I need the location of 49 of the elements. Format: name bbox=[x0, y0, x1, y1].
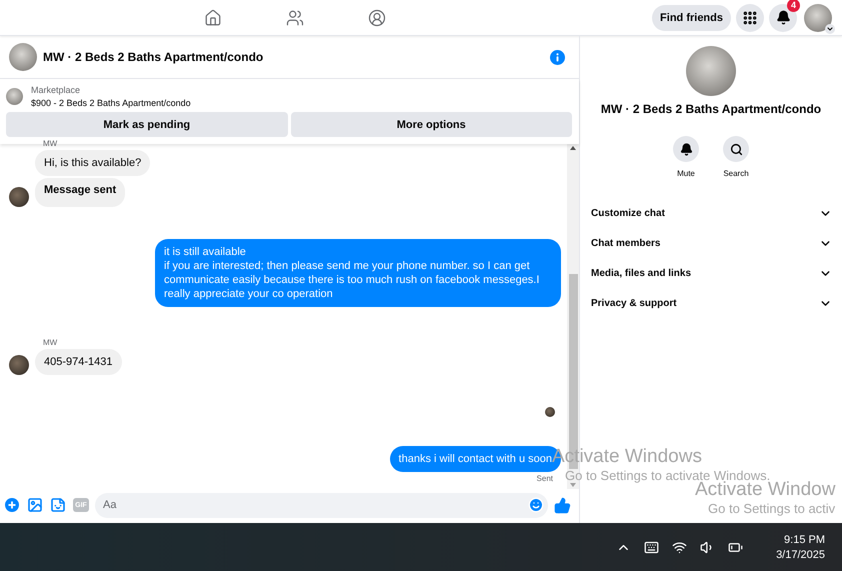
details-section[interactable]: Privacy & support bbox=[580, 288, 842, 318]
find-friends-button[interactable]: Find friends bbox=[652, 4, 731, 30]
keyboard-icon[interactable] bbox=[644, 540, 660, 554]
message-status: Sent bbox=[536, 474, 553, 483]
message-bubble: Hi, is this available? bbox=[35, 150, 150, 176]
home-icon[interactable] bbox=[204, 8, 222, 26]
plus-icon[interactable] bbox=[4, 497, 20, 513]
message-bubble: Message sent bbox=[35, 178, 126, 207]
search-button[interactable] bbox=[723, 136, 749, 162]
info-icon[interactable] bbox=[550, 50, 565, 64]
sender-avatar bbox=[9, 355, 29, 375]
clock-date[interactable]: 3/17/2025 bbox=[776, 548, 825, 560]
chat-avatar bbox=[9, 43, 37, 71]
emoji-icon[interactable] bbox=[528, 496, 544, 512]
mute-button[interactable] bbox=[673, 136, 699, 162]
wifi-icon[interactable] bbox=[672, 540, 688, 554]
listing-thumbnail bbox=[6, 88, 23, 105]
listing-action-button[interactable]: More options bbox=[290, 112, 572, 137]
grid-icon bbox=[742, 10, 758, 26]
message-bubble: 405-974-1431 bbox=[35, 349, 122, 375]
details-title: MW · 2 Beds 2 Baths Apartment/condo bbox=[600, 102, 822, 116]
details-section[interactable]: Customize chat bbox=[580, 198, 842, 228]
action-label: Search bbox=[723, 169, 749, 178]
bell-icon bbox=[776, 10, 790, 25]
sender-name: MW bbox=[43, 139, 58, 148]
profile-circle-icon[interactable] bbox=[368, 8, 386, 26]
search-icon bbox=[730, 142, 742, 156]
message-input-field[interactable]: Aa bbox=[95, 492, 548, 518]
details-section[interactable]: Media, files and links bbox=[580, 258, 842, 288]
sender-avatar bbox=[9, 187, 29, 207]
caret-icon[interactable] bbox=[825, 24, 835, 34]
chat-avatar bbox=[686, 46, 736, 96]
sticker-icon[interactable] bbox=[50, 497, 66, 513]
listing-summary: $900 - 2 Beds 2 Baths Apartment/condo bbox=[31, 98, 191, 108]
listing-action-button[interactable]: Mark as pending bbox=[6, 112, 288, 137]
notification-badge: 4 bbox=[787, 0, 800, 12]
menu-grid-button[interactable] bbox=[736, 4, 764, 32]
chat-title: MW · 2 Beds 2 Baths Apartment/condo bbox=[43, 50, 264, 64]
like-icon[interactable] bbox=[554, 496, 571, 514]
clock-time[interactable]: 9:15 PM bbox=[784, 534, 825, 546]
listing-source: Marketplace bbox=[31, 85, 82, 95]
bell-icon bbox=[680, 142, 692, 156]
details-section[interactable]: Chat members bbox=[580, 228, 842, 258]
action-label: Mute bbox=[677, 169, 695, 178]
friends-icon[interactable] bbox=[286, 8, 304, 26]
message-bubble: it is still available if you are interested; then please send me your phone number. so I can get communicate easily because there is too much rush on facebook messeges.I really appreciate your co operation bbox=[155, 238, 561, 306]
image-icon[interactable] bbox=[27, 497, 43, 513]
activation-notice-text: Go to Settings to activ bbox=[708, 501, 836, 516]
sender-name: MW bbox=[43, 338, 58, 347]
